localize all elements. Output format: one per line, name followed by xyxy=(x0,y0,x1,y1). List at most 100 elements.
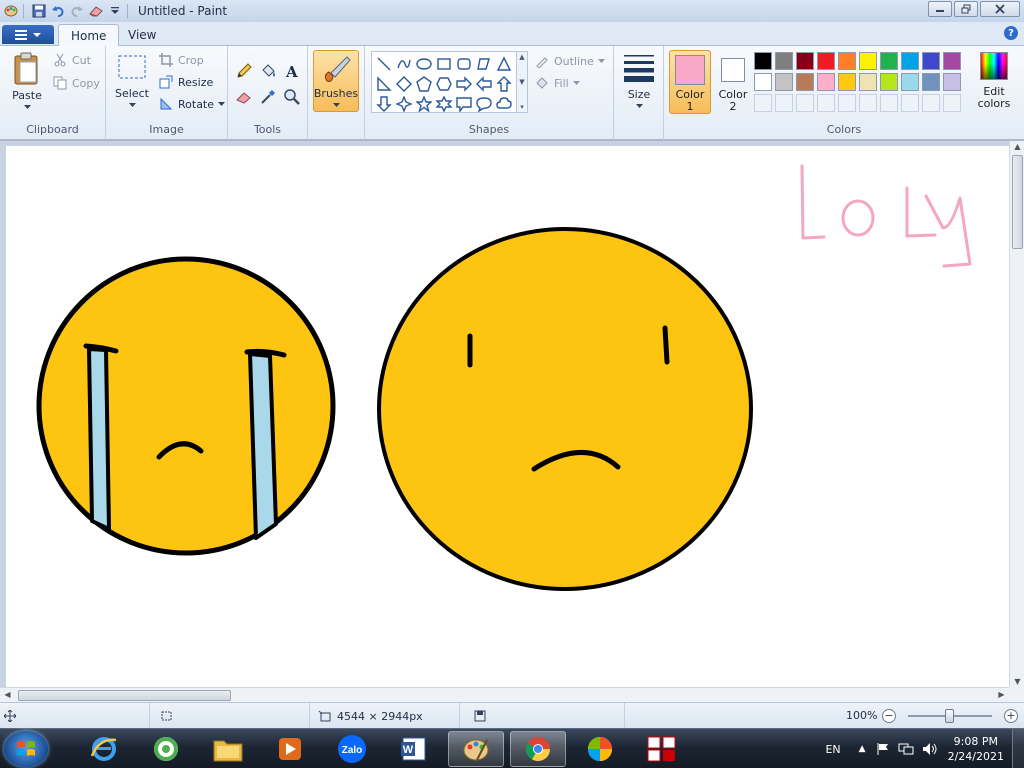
taskbar-zalo[interactable]: Zalo xyxy=(324,731,380,767)
palette-swatch[interactable] xyxy=(796,52,814,70)
horizontal-scrollbar[interactable]: ◀ ▶ xyxy=(0,687,1009,702)
volume-icon[interactable] xyxy=(922,742,938,756)
rotate-button[interactable]: Rotate xyxy=(158,95,226,113)
palette-swatch[interactable] xyxy=(754,73,772,91)
brushes-button[interactable]: Brushes xyxy=(313,50,359,112)
five-point-star-shape-icon[interactable] xyxy=(414,94,434,114)
custom-color-slot[interactable] xyxy=(838,94,856,112)
taskbar-word[interactable]: W xyxy=(386,731,442,767)
palette-swatch[interactable] xyxy=(880,52,898,70)
taskbar-internet-explorer[interactable] xyxy=(76,731,132,767)
rect-callout-shape-icon[interactable] xyxy=(454,94,474,114)
line-shape-icon[interactable] xyxy=(374,54,394,74)
brushes-dropdown-icon[interactable] xyxy=(332,103,340,108)
crop-button[interactable]: Crop xyxy=(158,51,204,69)
taskbar-media-player[interactable] xyxy=(262,731,318,767)
select-button[interactable]: Select xyxy=(114,54,150,108)
language-indicator[interactable]: EN xyxy=(825,743,840,756)
horizontal-scroll-thumb[interactable] xyxy=(18,690,231,701)
pentagon-shape-icon[interactable] xyxy=(414,74,434,94)
shapes-scroll[interactable]: ▲ ▼ ▾ xyxy=(517,51,528,113)
scroll-up-arrow-icon[interactable]: ▲ xyxy=(1010,142,1024,151)
curve-shape-icon[interactable] xyxy=(394,54,414,74)
minimize-button[interactable] xyxy=(928,1,952,17)
close-button[interactable] xyxy=(980,1,1020,17)
down-arrow-shape-icon[interactable] xyxy=(374,94,394,114)
palette-swatch[interactable] xyxy=(880,73,898,91)
fill-dropdown-icon[interactable] xyxy=(572,80,580,86)
triangle-shape-icon[interactable] xyxy=(494,54,514,74)
scroll-left-arrow-icon[interactable]: ◀ xyxy=(0,690,15,699)
color-picker-tool[interactable] xyxy=(256,84,280,110)
taskbar-picture-app[interactable] xyxy=(572,731,628,767)
customize-quick-access-icon[interactable] xyxy=(107,3,123,19)
cloud-callout-shape-icon[interactable] xyxy=(494,94,514,114)
palette-swatch[interactable] xyxy=(838,52,856,70)
clock[interactable]: 9:08 PM 2/24/2021 xyxy=(948,734,1004,764)
palette-swatch[interactable] xyxy=(943,73,961,91)
oval-shape-icon[interactable] xyxy=(414,54,434,74)
scroll-up-icon[interactable]: ▲ xyxy=(519,53,524,61)
eraser-tool[interactable] xyxy=(232,84,256,110)
tab-home[interactable]: Home xyxy=(58,24,120,47)
show-hidden-icons-icon[interactable]: ▲ xyxy=(859,744,866,754)
taskbar-paint[interactable] xyxy=(448,731,504,767)
color-1-button[interactable]: Color 1 xyxy=(669,50,711,114)
right-arrow-shape-icon[interactable] xyxy=(454,74,474,94)
custom-color-slot[interactable] xyxy=(901,94,919,112)
tab-view[interactable]: View xyxy=(116,24,168,46)
taskbar-file-explorer[interactable] xyxy=(200,731,256,767)
diamond-shape-icon[interactable] xyxy=(394,74,414,94)
outline-dropdown-icon[interactable] xyxy=(597,58,605,64)
start-button[interactable] xyxy=(4,731,48,767)
rectangle-shape-icon[interactable] xyxy=(434,54,454,74)
show-desktop-button[interactable] xyxy=(1012,729,1024,768)
paint-menu-button[interactable] xyxy=(2,25,54,44)
custom-color-slot[interactable] xyxy=(754,94,772,112)
custom-color-slot[interactable] xyxy=(817,94,835,112)
fill-button[interactable]: Fill xyxy=(534,74,580,92)
pencil-tool[interactable] xyxy=(232,58,256,84)
select-dropdown-icon[interactable] xyxy=(128,103,136,108)
oval-callout-shape-icon[interactable] xyxy=(474,94,494,114)
palette-swatch[interactable] xyxy=(775,52,793,70)
scroll-down-icon[interactable]: ▼ xyxy=(519,78,524,86)
palette-swatch[interactable] xyxy=(922,73,940,91)
drawing-canvas[interactable] xyxy=(6,146,1009,687)
scroll-down-arrow-icon[interactable]: ▼ xyxy=(1010,677,1024,686)
palette-swatch[interactable] xyxy=(775,73,793,91)
palette-swatch[interactable] xyxy=(817,73,835,91)
right-triangle-shape-icon[interactable] xyxy=(374,74,394,94)
taskbar-coccoc[interactable] xyxy=(138,731,194,767)
palette-swatch[interactable] xyxy=(901,73,919,91)
help-icon[interactable]: ? xyxy=(1004,26,1018,40)
taskbar-chrome[interactable] xyxy=(510,731,566,767)
redo-icon[interactable] xyxy=(69,3,85,19)
palette-swatch[interactable] xyxy=(796,73,814,91)
copy-button[interactable]: Copy xyxy=(52,74,100,92)
zoom-in-button[interactable]: + xyxy=(1004,709,1018,723)
cut-button[interactable]: Cut xyxy=(52,51,91,69)
color-2-button[interactable]: Color 2 xyxy=(713,50,753,114)
left-arrow-shape-icon[interactable] xyxy=(474,74,494,94)
text-tool[interactable]: A xyxy=(280,58,304,84)
size-dropdown-icon[interactable] xyxy=(635,104,643,109)
vertical-scrollbar[interactable]: ▲ ▼ xyxy=(1009,141,1024,687)
edit-colors-button[interactable]: Edit colors xyxy=(974,52,1014,110)
six-point-star-shape-icon[interactable] xyxy=(434,94,454,114)
eraser-icon[interactable] xyxy=(88,3,104,19)
action-center-flag-icon[interactable] xyxy=(876,742,890,756)
paint-app-icon[interactable] xyxy=(3,3,19,19)
custom-color-slot[interactable] xyxy=(775,94,793,112)
resize-button[interactable]: Resize xyxy=(158,73,213,91)
fill-tool[interactable] xyxy=(256,58,280,84)
paste-button[interactable]: Paste xyxy=(8,52,46,110)
custom-color-slot[interactable] xyxy=(880,94,898,112)
vertical-scroll-thumb[interactable] xyxy=(1012,155,1023,249)
outline-button[interactable]: Outline xyxy=(534,52,605,70)
palette-swatch[interactable] xyxy=(901,52,919,70)
restore-button[interactable] xyxy=(954,1,978,17)
paste-dropdown-icon[interactable] xyxy=(23,105,31,110)
palette-swatch[interactable] xyxy=(859,73,877,91)
undo-icon[interactable] xyxy=(50,3,66,19)
